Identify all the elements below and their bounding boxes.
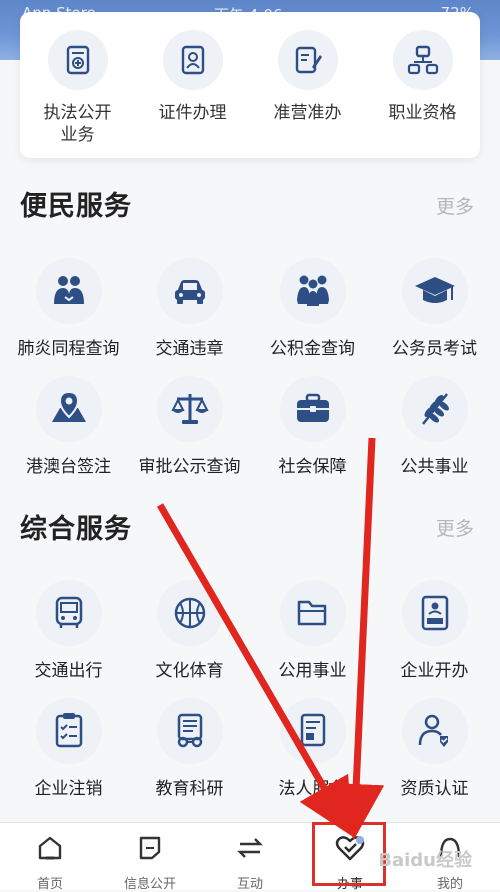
top-services-card: 执法公开 业务 证件办理 准营准办 职业资格: [20, 12, 480, 158]
bus-icon: [35, 580, 102, 646]
service-label: 公积金查询: [270, 339, 355, 359]
service-item[interactable]: 教育科研: [127, 698, 252, 799]
lungs-icon: [35, 258, 102, 324]
service-label: 公务员考试: [392, 339, 477, 359]
top-service-qualification[interactable]: 职业资格: [365, 30, 480, 124]
basketball-icon: [156, 580, 223, 646]
exchange-icon: [200, 831, 300, 865]
service-label: 文化体育: [155, 661, 224, 681]
service-item[interactable]: 资质认证: [372, 698, 497, 799]
service-item[interactable]: 企业开办: [372, 580, 497, 681]
more-link-integrated[interactable]: 更多: [436, 514, 474, 541]
top-service-permit[interactable]: 准营准办: [250, 30, 365, 124]
service-label: 肺炎同程查询: [17, 339, 120, 359]
legal-doc-icon: [279, 698, 346, 764]
verified-person-icon: [401, 698, 468, 764]
service-item[interactable]: 企业注销: [6, 698, 131, 799]
nav-interaction[interactable]: 互动: [200, 831, 300, 892]
service-label: 企业开办: [400, 661, 469, 681]
nav-home[interactable]: 首页: [0, 831, 100, 892]
service-label: 社会保障: [278, 457, 347, 477]
service-item[interactable]: 文化体育: [127, 580, 252, 681]
nav-label: 互动: [236, 877, 263, 892]
more-link-convenience[interactable]: 更多: [436, 192, 474, 219]
people-icon: [279, 258, 346, 324]
section-title-convenience: 便民服务: [20, 191, 132, 222]
service-label: 企业注销: [34, 779, 103, 799]
service-item[interactable]: 港澳台签注: [6, 376, 131, 477]
service-label: 港澳台签注: [26, 457, 111, 477]
top-service-law[interactable]: 执法公开 业务: [20, 30, 135, 146]
nav-label: 首页: [36, 877, 63, 892]
nav-label: 我的: [436, 877, 463, 892]
top-service-id[interactable]: 证件办理: [135, 30, 250, 124]
service-item[interactable]: 公务员考试: [372, 258, 497, 359]
wheat-icon: [401, 376, 468, 442]
glasses-doc-icon: [156, 698, 223, 764]
top-service-label: 职业资格: [388, 103, 457, 123]
service-item[interactable]: 公积金查询: [250, 258, 375, 359]
graduation-cap-icon: [401, 258, 468, 324]
nav-info[interactable]: 信息公开: [100, 831, 200, 892]
service-label: 交通违章: [155, 339, 224, 359]
info-icon: [100, 831, 200, 865]
service-item[interactable]: 公用事业: [250, 580, 375, 681]
top-service-label: 准营准办: [273, 103, 342, 123]
certificate-icon: [401, 580, 468, 646]
section-title-integrated: 综合服务: [20, 514, 132, 545]
pen-doc-icon: [277, 30, 338, 90]
top-service-label: 执法公开 业务: [43, 103, 112, 145]
folder-icon: [279, 580, 346, 646]
service-label: 公用事业: [278, 661, 347, 681]
highlight-box: [312, 822, 386, 886]
car-icon: [156, 258, 223, 324]
service-item[interactable]: 交通出行: [6, 580, 131, 681]
id-card-icon: [162, 30, 223, 90]
service-label: 交通出行: [34, 661, 103, 681]
scale-icon: [156, 376, 223, 442]
law-doc-icon: [47, 30, 108, 90]
checklist-icon: [35, 698, 102, 764]
service-label: 公共事业: [400, 457, 469, 477]
org-chart-icon: [392, 30, 453, 90]
watermark: Baidu经验: [378, 850, 472, 871]
map-pin-icon: [35, 376, 102, 442]
service-item[interactable]: 肺炎同程查询: [6, 258, 131, 359]
service-item[interactable]: 审批公示查询: [127, 376, 252, 477]
service-item[interactable]: 公共事业: [372, 376, 497, 477]
toolbox-icon: [279, 376, 346, 442]
service-item[interactable]: 社会保障: [250, 376, 375, 477]
top-service-label: 证件办理: [158, 103, 227, 123]
service-item[interactable]: 法人服务: [250, 698, 375, 799]
service-item[interactable]: 交通违章: [127, 258, 252, 359]
home-icon: [0, 831, 100, 865]
service-label: 资质认证: [400, 779, 469, 799]
nav-label: 信息公开: [123, 877, 176, 892]
service-label: 法人服务: [278, 779, 347, 799]
service-label: 审批公示查询: [138, 457, 241, 477]
service-label: 教育科研: [155, 779, 224, 799]
